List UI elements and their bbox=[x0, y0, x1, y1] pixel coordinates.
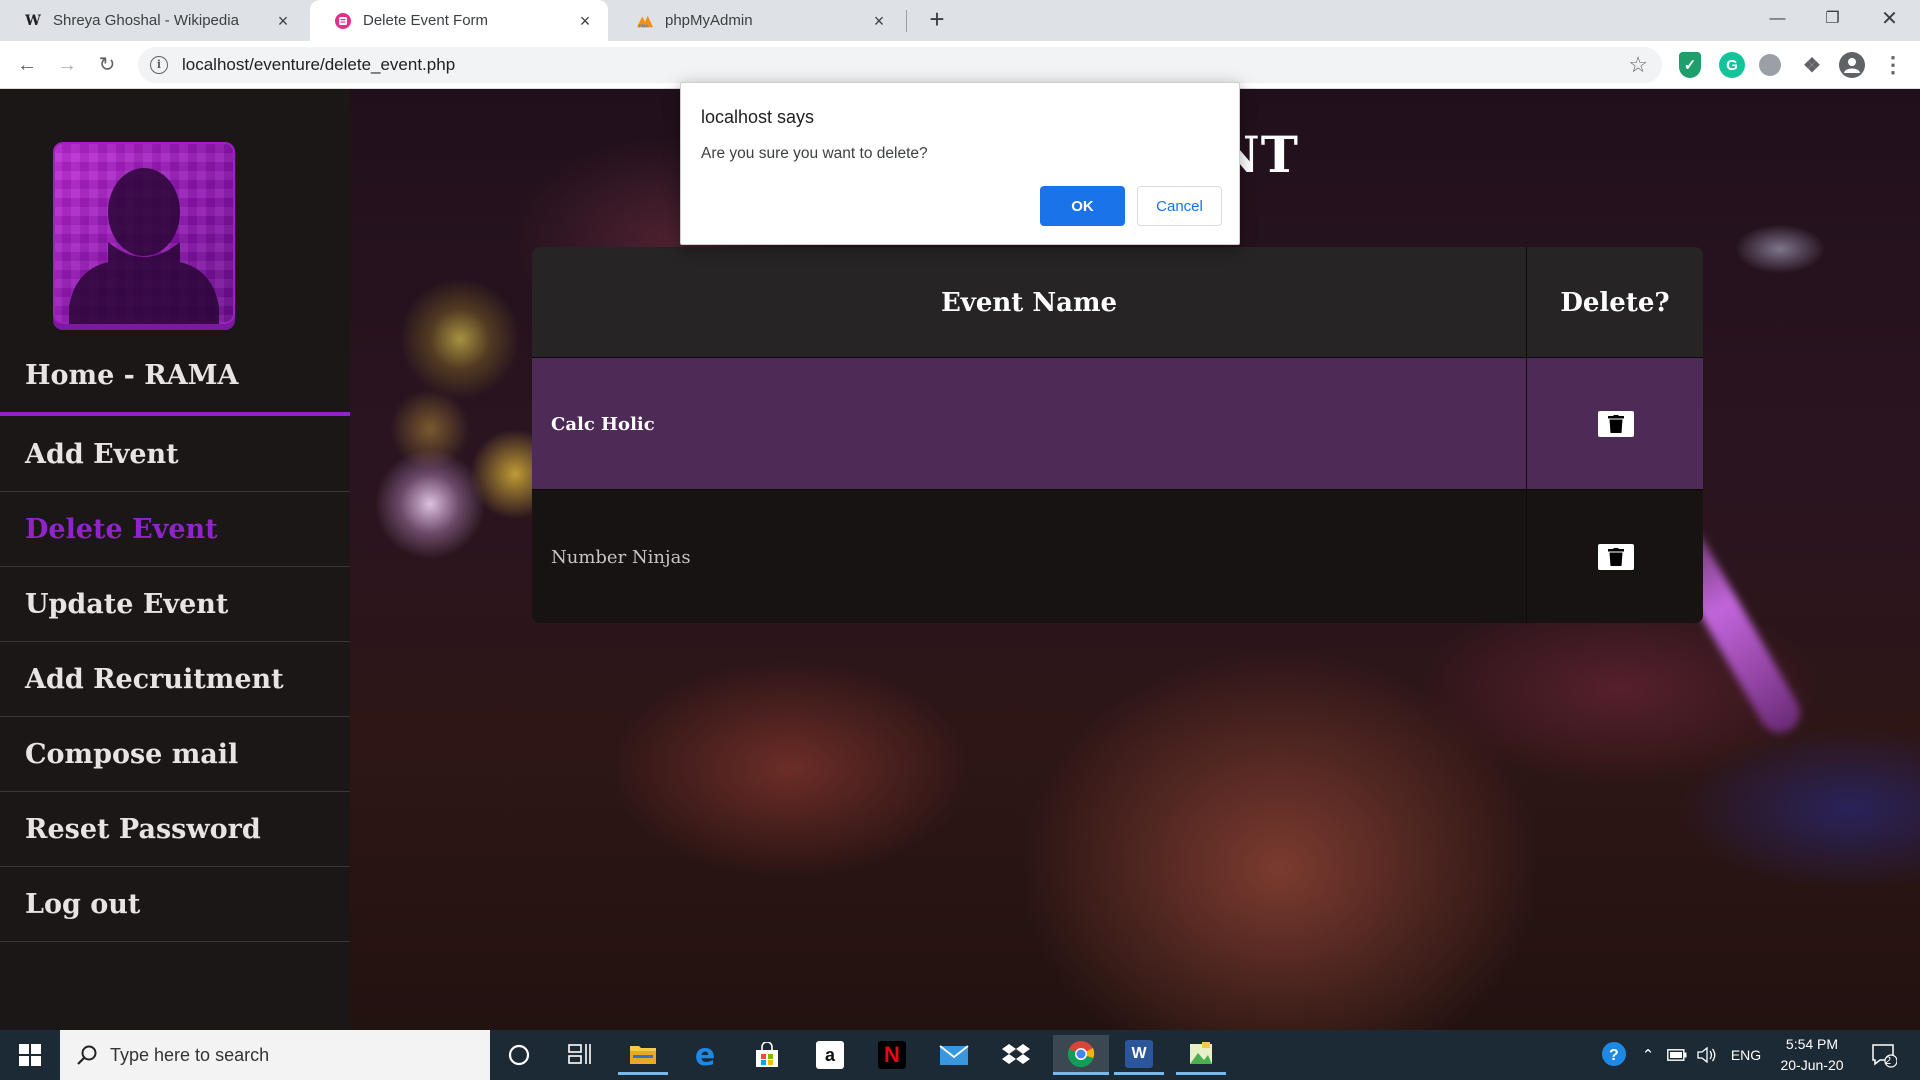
volume-icon[interactable] bbox=[1694, 1030, 1720, 1080]
chrome-icon[interactable] bbox=[1053, 1035, 1109, 1075]
events-table: Event Name Delete? Calc Holic Number Nin… bbox=[532, 247, 1703, 623]
shield-extension-icon[interactable]: ✓ bbox=[1679, 52, 1701, 78]
trash-icon bbox=[1608, 548, 1624, 566]
wikipedia-favicon-icon: W bbox=[25, 12, 41, 29]
sidebar-item-reset-password[interactable]: Reset Password bbox=[0, 792, 350, 867]
tab-title: Shreya Ghoshal - Wikipedia bbox=[53, 12, 239, 29]
dialog-message: Are you sure you want to delete? bbox=[701, 145, 928, 162]
file-explorer-icon[interactable] bbox=[618, 1035, 668, 1075]
dialog-title: localhost says bbox=[701, 107, 815, 127]
system-clock[interactable]: 5:54 PM 20-Jun-20 bbox=[1762, 1034, 1862, 1076]
sidebar-item-delete-event[interactable]: Delete Event bbox=[0, 492, 350, 567]
column-header-delete: Delete? bbox=[1560, 287, 1670, 318]
event-name-cell: Calc Holic bbox=[551, 413, 655, 435]
table-header: Event Name Delete? bbox=[532, 247, 1703, 358]
window-close-icon[interactable]: ✕ bbox=[1862, 0, 1917, 40]
chevron-up-icon[interactable]: ⌃ bbox=[1636, 1030, 1660, 1080]
windows-logo-icon bbox=[19, 1044, 41, 1066]
column-header-event-name: Event Name bbox=[940, 287, 1118, 318]
minimize-icon[interactable]: — bbox=[1750, 0, 1805, 40]
sidebar-item-compose-mail[interactable]: Compose mail bbox=[0, 717, 350, 792]
dropbox-icon[interactable] bbox=[991, 1035, 1041, 1075]
search-placeholder: Type here to search bbox=[110, 1044, 270, 1065]
delete-button[interactable] bbox=[1598, 544, 1634, 570]
word-icon[interactable]: W bbox=[1114, 1035, 1164, 1075]
close-icon[interactable]: × bbox=[576, 12, 594, 30]
site-info-icon[interactable]: i bbox=[150, 56, 168, 74]
tab-wikipedia[interactable]: W Shreya Ghoshal - Wikipedia × bbox=[0, 0, 306, 41]
sidebar-item-log-out[interactable]: Log out bbox=[0, 867, 350, 942]
clock-time: 5:54 PM bbox=[1785, 1036, 1839, 1052]
notification-center-icon[interactable]: 2 bbox=[1864, 1030, 1904, 1080]
event-name-cell: Number Ninjas bbox=[551, 546, 691, 568]
amazon-icon[interactable]: a bbox=[805, 1035, 855, 1075]
profile-avatar bbox=[53, 142, 235, 324]
start-button[interactable] bbox=[0, 1030, 60, 1080]
sidebar-item-home[interactable]: Home - RAMA bbox=[0, 339, 350, 416]
language-indicator[interactable]: ENG bbox=[1726, 1030, 1766, 1080]
url-text[interactable]: localhost/eventure/delete_event.php bbox=[182, 55, 455, 75]
phpmyadmin-favicon-icon: PMA bbox=[636, 12, 654, 30]
netflix-icon[interactable]: N bbox=[867, 1035, 917, 1075]
gray-extension-icon[interactable] bbox=[1759, 54, 1781, 76]
ok-button[interactable]: OK bbox=[1040, 186, 1125, 226]
task-view-icon[interactable] bbox=[555, 1035, 605, 1075]
screen: W Shreya Ghoshal - Wikipedia × Delete Ev… bbox=[0, 0, 1920, 1080]
close-icon[interactable]: × bbox=[274, 12, 292, 30]
search-icon bbox=[74, 1042, 100, 1068]
delete-button[interactable] bbox=[1598, 411, 1634, 437]
cortana-circle-icon[interactable] bbox=[494, 1035, 544, 1075]
svg-text:?: ? bbox=[1609, 1047, 1619, 1064]
notification-count: 2 bbox=[1885, 1055, 1892, 1067]
address-bar[interactable]: i localhost/eventure/delete_event.php ☆ bbox=[138, 47, 1662, 83]
help-icon[interactable]: ? bbox=[1598, 1030, 1632, 1080]
confirm-dialog: localhost says Are you sure you want to … bbox=[680, 82, 1240, 245]
edge-browser-icon[interactable]: e bbox=[680, 1035, 730, 1075]
table-row: Number Ninjas bbox=[532, 491, 1703, 623]
new-tab-plus-icon[interactable]: + bbox=[922, 5, 952, 35]
reload-icon[interactable]: ↻ bbox=[93, 51, 121, 79]
back-arrow-icon[interactable]: ← bbox=[13, 51, 41, 79]
clock-date: 20-Jun-20 bbox=[1780, 1057, 1844, 1073]
tab-delete-event-form[interactable]: Delete Event Form × bbox=[310, 0, 608, 41]
sidebar-item-add-recruitment[interactable]: Add Recruitment bbox=[0, 642, 350, 717]
tab-phpmyadmin[interactable]: PMA phpMyAdmin × bbox=[612, 0, 902, 41]
sidebar-item-add-event[interactable]: Add Event bbox=[0, 417, 350, 492]
windows-taskbar: Type here to search e a N W ? ⌃ ENG 5:54… bbox=[0, 1030, 1920, 1080]
svg-text:PMA: PMA bbox=[639, 23, 650, 28]
puzzle-extensions-icon[interactable]: ❖ bbox=[1799, 52, 1825, 78]
form-favicon-icon bbox=[334, 12, 352, 30]
menu-kebab-icon[interactable]: ⋮ bbox=[1880, 52, 1906, 78]
sidebar-item-update-event[interactable]: Update Event bbox=[0, 567, 350, 642]
tab-title: phpMyAdmin bbox=[665, 12, 753, 29]
battery-icon[interactable] bbox=[1664, 1030, 1690, 1080]
restore-icon[interactable]: ❐ bbox=[1805, 0, 1860, 40]
browser-tab-strip: W Shreya Ghoshal - Wikipedia × Delete Ev… bbox=[0, 0, 1920, 41]
grammarly-extension-icon[interactable]: G bbox=[1719, 52, 1745, 78]
forward-arrow-icon[interactable]: → bbox=[53, 51, 81, 79]
image-viewer-icon[interactable] bbox=[1176, 1035, 1226, 1075]
person-silhouette-icon bbox=[69, 168, 219, 324]
close-icon[interactable]: × bbox=[870, 12, 888, 30]
tab-title: Delete Event Form bbox=[363, 12, 489, 29]
bookmark-star-icon[interactable]: ☆ bbox=[1628, 52, 1648, 78]
tab-separator bbox=[906, 10, 907, 32]
trash-icon bbox=[1608, 415, 1624, 433]
store-icon[interactable] bbox=[742, 1035, 792, 1075]
taskbar-search-box[interactable]: Type here to search bbox=[60, 1030, 490, 1080]
column-divider bbox=[1526, 247, 1527, 623]
cancel-button[interactable]: Cancel bbox=[1137, 186, 1222, 226]
profile-avatar-icon[interactable] bbox=[1839, 52, 1865, 78]
table-row: Calc Holic bbox=[532, 358, 1703, 490]
sidebar: Home - RAMA Add Event Delete Event Updat… bbox=[0, 89, 350, 1030]
mail-icon[interactable] bbox=[929, 1035, 979, 1075]
